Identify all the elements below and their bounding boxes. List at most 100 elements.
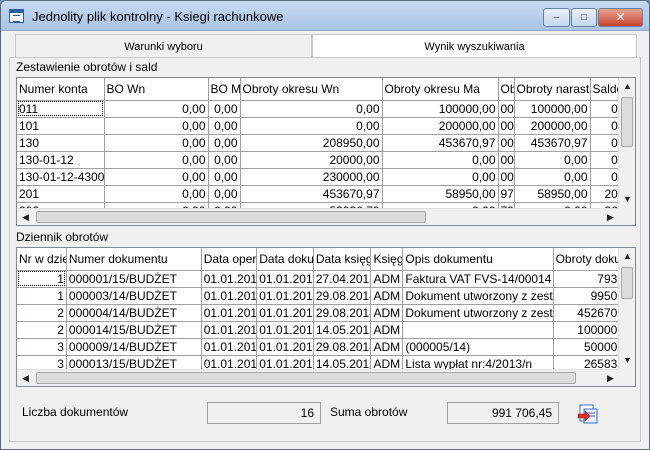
scroll-left-icon[interactable]: ◀ [17, 370, 34, 386]
table-cell[interactable]: 29.08.2014 [313, 287, 372, 305]
column-header[interactable]: Opis dokumentu [402, 248, 554, 271]
journal-row[interactable]: 3000009/14/BUDŻET01.01.201401.01.201429.… [17, 338, 635, 356]
table-cell[interactable]: 0,00 [382, 151, 499, 169]
turnover-vertical-scrollbar[interactable]: ▲ ▼ [618, 78, 635, 208]
table-cell[interactable]: 01.01.2015 [201, 270, 258, 288]
table-cell[interactable]: Dokument utworzony z zestawienia [402, 287, 554, 305]
table-cell[interactable]: 0,00 [240, 100, 383, 118]
table-cell[interactable]: ADM [370, 287, 404, 305]
table-cell[interactable]: 000001/15/BUDŻET [66, 270, 202, 288]
table-cell[interactable]: 0,00 [208, 185, 241, 203]
table-cell[interactable]: 000009/14/BUDŻET [66, 338, 202, 356]
table-cell[interactable]: 453670,97 [240, 185, 383, 203]
turnover-horizontal-scrollbar[interactable]: ◀ ▶ [17, 208, 619, 225]
table-cell[interactable]: 0,00 [208, 151, 241, 169]
table-cell[interactable]: 208950,00 [240, 134, 383, 152]
table-cell[interactable]: 100000,00 [514, 100, 591, 118]
table-cell[interactable]: 14.05.2015 [313, 321, 372, 339]
table-cell[interactable]: (000005/14) [402, 338, 554, 356]
column-header[interactable]: Księgujący [370, 248, 404, 271]
table-cell[interactable]: 00 [498, 168, 515, 186]
table-cell[interactable]: 0,00 [208, 134, 241, 152]
journal-horizontal-scrollbar[interactable]: ◀ ▶ [17, 369, 619, 386]
table-cell[interactable]: 0,00 [104, 134, 209, 152]
scroll-up-icon[interactable]: ▲ [619, 248, 635, 265]
column-header[interactable]: Nr w dzienniku [17, 248, 67, 271]
column-header[interactable]: Data dokumentu [256, 248, 314, 271]
table-cell[interactable]: 2 [17, 321, 67, 339]
table-cell[interactable]: 01.01.2014 [256, 304, 314, 322]
table-cell[interactable]: 0,00 [514, 168, 591, 186]
table-cell[interactable]: 101 [17, 117, 105, 135]
table-cell[interactable]: 1 [17, 270, 67, 288]
turnover-row[interactable]: 130-01-12-4300 0,00 0,00 230000,00 0,00 00 0,0… [17, 168, 635, 186]
table-cell[interactable]: 230000,00 [240, 168, 383, 186]
column-header[interactable]: Numer dokumentu [66, 248, 202, 271]
column-header[interactable]: Data operacji [201, 248, 258, 271]
column-header[interactable]: Data księgowania [313, 248, 372, 271]
table-cell[interactable]: 01.01.2014 [201, 287, 258, 305]
table-cell[interactable]: 01.01.2014 [201, 338, 258, 356]
table-cell[interactable]: 000003/14/BUDŻET [66, 287, 202, 305]
scroll-up-icon[interactable]: ▲ [619, 78, 635, 95]
table-cell[interactable]: 97 [498, 185, 515, 203]
table-cell[interactable]: ADM [370, 321, 404, 339]
table-cell[interactable]: 201 [17, 185, 105, 203]
table-cell[interactable]: 01.01.2015 [201, 321, 258, 339]
turnover-row[interactable]: 2010,000,00453670,9758950,009758950,0020… [17, 185, 635, 203]
journal-vertical-scrollbar[interactable]: ▲ ▼ [618, 248, 635, 369]
table-cell[interactable]: 0,00 [382, 168, 499, 186]
table-cell[interactable]: 27.04.2015 [313, 270, 372, 288]
table-cell[interactable]: Dokument utworzony z zestawienia [402, 304, 554, 322]
table-cell[interactable]: 000014/15/BUDŻET [66, 321, 202, 339]
turnover-row[interactable]: 0110,000,000,00100000,0000100000,000,00 [17, 100, 635, 118]
table-cell[interactable]: 00 [498, 151, 515, 169]
table-cell[interactable]: 29.08.2014 [313, 304, 372, 322]
tab-search-results[interactable]: Wynik wyszukiwania [312, 34, 637, 58]
table-cell[interactable]: 01.01.2015 [256, 321, 314, 339]
table-cell[interactable]: 453670,97 [514, 134, 591, 152]
column-header[interactable]: BO Ma [208, 78, 241, 101]
table-cell[interactable]: 011 [17, 100, 105, 118]
journal-row[interactable]: 1000003/14/BUDŻET01.01.201401.01.201429.… [17, 287, 635, 305]
tab-selection-criteria[interactable]: Warunki wyboru [15, 34, 312, 58]
table-cell[interactable]: ADM [370, 304, 404, 322]
table-cell[interactable]: Faktura VAT FVS-14/00014 [402, 270, 554, 288]
table-cell[interactable]: 01.01.2014 [201, 304, 258, 322]
table-cell[interactable]: 01.01.2014 [256, 338, 314, 356]
scroll-thumb[interactable] [36, 372, 576, 384]
table-cell[interactable]: ADM [370, 338, 404, 356]
scroll-left-icon[interactable]: ◀ [17, 209, 34, 225]
table-cell[interactable]: 0,00 [240, 117, 383, 135]
table-cell[interactable]: 01.01.2014 [256, 287, 314, 305]
table-cell[interactable]: 29.08.2014 [313, 338, 372, 356]
table-cell[interactable] [402, 321, 554, 339]
table-cell[interactable]: 130-01-12-4300 [17, 168, 105, 186]
column-header[interactable]: Obroty narast [514, 78, 591, 101]
column-header[interactable]: Numer konta [17, 78, 105, 101]
table-cell[interactable]: 58950,00 [514, 185, 591, 203]
table-cell[interactable]: ADM [370, 270, 404, 288]
table-cell[interactable]: 0,00 [208, 100, 241, 118]
table-cell[interactable]: 3 [17, 338, 67, 356]
turnover-row[interactable]: 130 0,00 0,00 208950,00 453670,97 00 453670,97… [17, 134, 635, 152]
table-cell[interactable]: 00 [498, 100, 515, 118]
table-cell[interactable]: 01.01.2015 [256, 270, 314, 288]
journal-row[interactable]: 2000014/15/BUDŻET01.01.201501.01.201514.… [17, 321, 635, 339]
table-cell[interactable]: 453670,97 [382, 134, 499, 152]
scroll-thumb[interactable] [36, 211, 426, 223]
table-cell[interactable]: 00 [498, 117, 515, 135]
scroll-thumb[interactable] [621, 267, 633, 299]
column-header[interactable]: BO Wn [104, 78, 209, 101]
column-header[interactable]: Obroty okresu Wn [240, 78, 383, 101]
table-cell[interactable]: 0,00 [104, 151, 209, 169]
scroll-right-icon[interactable]: ▶ [602, 209, 619, 225]
table-cell[interactable]: 00 [498, 134, 515, 152]
scroll-right-icon[interactable]: ▶ [602, 370, 619, 386]
table-cell[interactable]: 0,00 [104, 185, 209, 203]
table-cell[interactable]: 58950,00 [382, 185, 499, 203]
turnover-grid[interactable]: Numer kontaBO WnBO MaObroty okresu WnObr… [16, 77, 636, 226]
table-cell[interactable]: 0,00 [208, 117, 241, 135]
column-header[interactable]: Obroty okresu Ma [382, 78, 499, 101]
scroll-thumb[interactable] [621, 97, 633, 147]
